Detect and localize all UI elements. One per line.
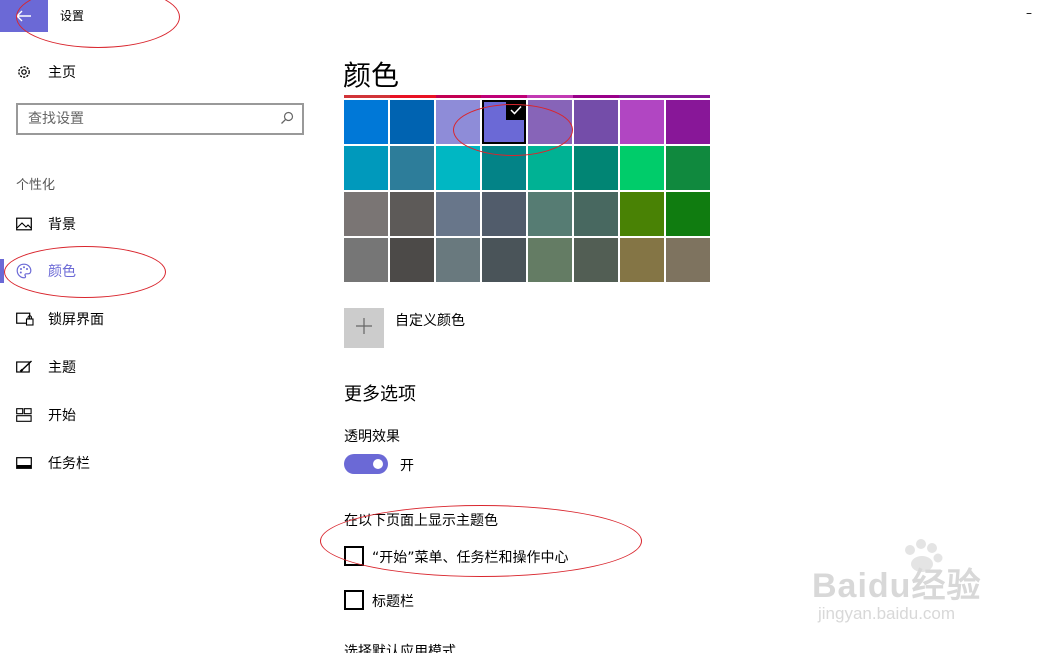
accent-color-palette: [344, 100, 712, 282]
transparency-toggle[interactable]: [344, 454, 388, 474]
color-swatch[interactable]: [390, 146, 434, 190]
color-swatch[interactable]: [574, 192, 618, 236]
color-swatch[interactable]: [620, 100, 664, 144]
color-swatch[interactable]: [528, 238, 572, 282]
color-swatch[interactable]: [344, 192, 388, 236]
color-swatch[interactable]: [390, 192, 434, 236]
palette-icon: [16, 261, 36, 281]
color-swatch[interactable]: [344, 100, 388, 144]
color-swatch[interactable]: [620, 146, 664, 190]
color-swatch[interactable]: [344, 146, 388, 190]
sidebar-item-colors[interactable]: 颜色: [16, 259, 76, 283]
color-swatch[interactable]: [482, 192, 526, 236]
start-tiles-icon: [16, 405, 36, 425]
sidebar-item-background[interactable]: 背景: [16, 212, 76, 236]
theme-brush-icon: [16, 357, 36, 377]
plus-icon: [355, 317, 373, 339]
sidebar-item-label: 锁屏界面: [48, 312, 104, 328]
watermark-url: jingyan.baidu.com: [818, 604, 956, 623]
sidebar-item-label: 背景: [48, 217, 76, 233]
color-swatch[interactable]: [528, 100, 572, 144]
strip-segment: [664, 95, 710, 98]
strip-segment: [344, 95, 390, 98]
sidebar-item-label: 主页: [48, 65, 76, 81]
color-swatch[interactable]: [528, 146, 572, 190]
start-taskbar-checkbox[interactable]: [344, 546, 364, 566]
checkbox-label[interactable]: “开始”菜单、任务栏和操作中心: [372, 547, 569, 567]
custom-color-label[interactable]: 自定义颜色: [395, 310, 465, 330]
gear-icon: [16, 62, 36, 82]
transparency-label: 透明效果: [344, 429, 400, 445]
color-swatch[interactable]: [574, 100, 618, 144]
color-swatch[interactable]: [482, 100, 526, 144]
color-swatch[interactable]: [666, 100, 710, 144]
sidebar-item-start[interactable]: 开始: [16, 403, 76, 427]
color-swatch[interactable]: [436, 100, 480, 144]
search-icon[interactable]: [280, 110, 294, 129]
strip-segment: [435, 95, 482, 98]
accent-surfaces-heading: 在以下页面上显示主题色: [344, 513, 498, 529]
sidebar-item-lock-screen[interactable]: 锁屏界面: [16, 307, 104, 331]
custom-color-button[interactable]: [344, 308, 384, 348]
window-title: 设置: [60, 9, 85, 23]
color-swatch[interactable]: [482, 146, 526, 190]
color-swatch[interactable]: [620, 192, 664, 236]
sidebar-item-taskbar[interactable]: 任务栏: [16, 451, 90, 475]
sidebar-item-label: 主题: [48, 360, 76, 376]
color-swatch[interactable]: [436, 146, 480, 190]
strip-segment: [389, 95, 436, 98]
color-swatch[interactable]: [390, 238, 434, 282]
color-swatch[interactable]: [666, 146, 710, 190]
sidebar-item-label: 任务栏: [48, 456, 90, 472]
color-swatch[interactable]: [344, 238, 388, 282]
color-swatch[interactable]: [436, 192, 480, 236]
checkbox-label[interactable]: 标题栏: [372, 591, 414, 611]
color-swatch[interactable]: [528, 192, 572, 236]
section-label-personalization: 个性化: [16, 178, 56, 193]
checkmark-icon: [506, 100, 526, 120]
toggle-state-label: 开: [400, 458, 414, 474]
strip-segment: [572, 95, 619, 98]
color-swatch[interactable]: [574, 238, 618, 282]
sidebar-item-themes[interactable]: 主题: [16, 355, 76, 379]
strip-segment: [527, 95, 573, 98]
page-title: 颜色: [343, 59, 400, 92]
title-bar-checkbox[interactable]: [344, 590, 364, 610]
color-swatch[interactable]: [482, 238, 526, 282]
lock-screen-icon: [16, 309, 36, 329]
watermark: Baidu经验 jingyan.baidu.com: [812, 538, 1012, 628]
sidebar-item-label: 颜色: [48, 264, 76, 280]
color-swatch[interactable]: [620, 238, 664, 282]
color-swatch[interactable]: [666, 238, 710, 282]
strip-segment: [618, 95, 665, 98]
sidebar-item-label: 开始: [48, 408, 76, 424]
search-box[interactable]: [16, 103, 304, 135]
color-swatch[interactable]: [574, 146, 618, 190]
toggle-knob: [373, 459, 383, 469]
minimize-button[interactable]: –: [1026, 7, 1036, 22]
back-button[interactable]: [0, 0, 48, 32]
color-swatch[interactable]: [390, 100, 434, 144]
active-indicator: [0, 259, 4, 283]
color-swatch[interactable]: [666, 192, 710, 236]
color-accent-strip: [344, 95, 710, 98]
back-arrow-icon: [16, 7, 32, 26]
picture-icon: [16, 214, 36, 234]
sidebar-item-home[interactable]: 主页: [16, 62, 76, 82]
search-input[interactable]: [28, 111, 268, 127]
app-mode-heading: 选择默认应用模式: [344, 644, 456, 653]
taskbar-icon: [16, 453, 36, 473]
color-swatch[interactable]: [436, 238, 480, 282]
strip-segment: [481, 95, 527, 98]
more-options-heading: 更多选项: [344, 384, 416, 405]
watermark-brand: Baidu经验: [812, 567, 982, 605]
